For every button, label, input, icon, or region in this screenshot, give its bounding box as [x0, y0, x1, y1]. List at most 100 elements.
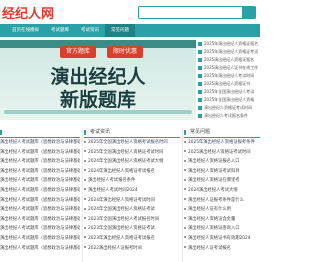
- bullet-icon: [184, 236, 186, 239]
- exam-news-column: 考试资讯 2025年全国演出经纪人资格考试报名时间 2025年全国演出经纪人资格…: [84, 128, 180, 253]
- list-item[interactable]: 演出经纪人考试题库（思想政治与法律基础）: [0, 138, 80, 148]
- banner-decoration: [4, 110, 192, 114]
- bullet-icon: [84, 226, 86, 229]
- site-logo[interactable]: 经纪人网: [2, 3, 54, 22]
- bullet-icon: [84, 207, 86, 210]
- list-item[interactable]: 2025演出经纪人资格证报名: [198, 56, 260, 64]
- list-item[interactable]: 演出经纪人资格证在哪里考: [184, 176, 260, 186]
- banner-subtitle: 新版题库: [59, 89, 136, 111]
- main-nav: 首页在线模拟 考试题库 考试资讯 常见问题: [0, 24, 260, 37]
- list-item[interactable]: 演出经纪人资格证报名入口: [184, 157, 260, 167]
- list-item[interactable]: 2025演出经纪人资格证考试时间: [184, 148, 260, 158]
- list-item[interactable]: 演出经纪人考试报名条件: [198, 112, 260, 120]
- list-item[interactable]: 2025年演出经纪人资格证考试: [198, 48, 260, 56]
- list-item[interactable]: 2025年演出经纪人资格证报考条件: [184, 138, 260, 148]
- bullet-icon: [184, 217, 186, 220]
- list-item[interactable]: 2023年全国演出经纪人资格证考试: [84, 224, 180, 234]
- list-item[interactable]: 2024演出经纪人考试大纲: [184, 186, 260, 196]
- promo-banner[interactable]: 官方题库 限时优惠 演出经纪人 新版题库: [0, 40, 196, 120]
- heading-bar: [84, 130, 86, 135]
- list-item[interactable]: 2025年演出经纪人考试时间: [198, 72, 260, 80]
- bullet-icon: [184, 169, 186, 172]
- list-item[interactable]: 演出经纪人资格证书有效期2024: [184, 234, 260, 244]
- list-item[interactable]: 2025演出经纪人证书在线工作: [198, 64, 260, 72]
- banner-tag-official: 官方题库: [60, 46, 97, 58]
- bullet-icon: [198, 74, 202, 78]
- list-item[interactable]: 2023年演出经纪人资格证考试报名: [84, 234, 180, 244]
- list-item[interactable]: 演出经纪人资格证查询入口: [184, 224, 260, 234]
- bullet-icon: [184, 246, 186, 249]
- bullet-icon: [84, 150, 86, 153]
- top-bar: 经纪人网: [0, 0, 260, 24]
- list-item[interactable]: 2025年演出经纪人资格证报名: [198, 40, 260, 48]
- column-heading: 考试资讯: [84, 128, 180, 138]
- column-heading: 常见问题: [184, 128, 260, 138]
- bullet-icon: [198, 82, 202, 86]
- banner-stripe: [0, 40, 196, 48]
- list-item[interactable]: 演出经纪人资格证含金量: [184, 215, 260, 225]
- list-item[interactable]: 演出经纪人考试题库（思想政治与法律基础）: [0, 157, 80, 167]
- column-divider: [82, 128, 83, 262]
- list-item[interactable]: 2023年全国演出经纪人考试报名时间: [84, 215, 180, 225]
- bullet-icon: [198, 58, 202, 62]
- list-item[interactable]: 演出经纪人证考试报名: [184, 244, 260, 254]
- list-item[interactable]: 演出经纪人考试题库（思想政治与法律基础）: [0, 205, 80, 215]
- question-bank-column: 演出经纪人考试题库（思想政治与法律基础） 演出经纪人考试题库（思想政治与法律基础…: [0, 128, 80, 253]
- column-heading: [0, 128, 80, 138]
- list-item[interactable]: 演出经纪人考试题库（思想政治与法律基础）: [0, 186, 80, 196]
- column-divider: [182, 128, 183, 262]
- search-button[interactable]: [242, 6, 256, 19]
- bullet-icon: [198, 50, 202, 54]
- list-item[interactable]: 2024年演出经纪人资格证考试报名: [84, 167, 180, 177]
- list-item[interactable]: 2025演出经纪人资格证书: [198, 80, 260, 88]
- list-item[interactable]: 演出经纪人考试时间2024: [84, 186, 180, 196]
- list-item[interactable]: 演出经纪人考试题库（思想政治与法律基础）: [0, 215, 80, 225]
- bullet-icon: [84, 188, 86, 191]
- banner-tag-discount: 限时优惠: [107, 46, 144, 58]
- bullet-icon: [184, 226, 186, 229]
- faq-column: 常见问题 2025年演出经纪人资格证报考条件 2025演出经纪人资格证考试时间 …: [184, 128, 260, 253]
- nav-item-question-bank[interactable]: 考试题库: [45, 24, 75, 37]
- list-item[interactable]: 演出经纪人证报考条件是什么: [184, 196, 260, 206]
- list-item[interactable]: 演出经纪人资格证考试科目: [184, 167, 260, 177]
- bullet-icon: [198, 90, 202, 94]
- bullet-icon: [184, 207, 186, 210]
- bullet-icon: [84, 236, 86, 239]
- list-item[interactable]: 演出经纪人考试题库（思想政治与法律基础）: [0, 176, 80, 186]
- bullet-icon: [198, 106, 202, 110]
- heading-bar: [184, 130, 186, 135]
- list-item[interactable]: 2025年全国演出经纪人资格: [198, 96, 260, 104]
- list-item[interactable]: 演出经纪人考试题库（思想政治与法律基础）: [0, 244, 80, 254]
- bullet-icon: [84, 246, 86, 249]
- list-item[interactable]: 2022演出经纪人证报考时间: [84, 244, 180, 254]
- bullet-icon: [184, 188, 186, 191]
- list-item[interactable]: 2024年全国演出经纪人资格证考试: [84, 205, 180, 215]
- list-item[interactable]: 2025年全国演出经纪人资格考试报名时间: [84, 138, 180, 148]
- bullet-icon: [84, 169, 86, 172]
- list-item[interactable]: 演出经纪人资格证考试时间: [198, 104, 260, 112]
- bullet-icon: [84, 159, 86, 162]
- list-item[interactable]: 2025年全国演出经纪人考试: [198, 88, 260, 96]
- bullet-icon: [198, 98, 202, 102]
- bullet-icon: [198, 42, 202, 46]
- bullet-icon: [198, 114, 202, 118]
- list-item[interactable]: 演出经纪人考试题库（思想政治与法律基础）: [0, 234, 80, 244]
- list-item[interactable]: 2024年演出经纪人资格证考试时间: [84, 196, 180, 206]
- list-item[interactable]: 演出经纪人证有什么用: [184, 205, 260, 215]
- nav-item-home[interactable]: 首页在线模拟: [6, 24, 45, 37]
- list-item[interactable]: 演出经纪人考试题库（思想政治与法律基础）: [0, 148, 80, 158]
- bullet-icon: [184, 198, 186, 201]
- nav-item-news[interactable]: 考试资讯: [75, 24, 105, 37]
- list-item[interactable]: 2024年全国演出经纪人资格证考试大纲: [84, 157, 180, 167]
- list-item[interactable]: 演出经纪人考试报名条件: [84, 176, 180, 186]
- list-item[interactable]: 2025年全国演出经纪人资格证考试时间: [84, 148, 180, 158]
- search-input[interactable]: [138, 6, 256, 19]
- bullet-icon: [184, 178, 186, 181]
- list-item[interactable]: 演出经纪人考试题库（思想政治与法律基础）: [0, 167, 80, 177]
- list-item[interactable]: 演出经纪人考试题库（思想政治与法律基础）: [0, 224, 80, 234]
- bullet-icon: [198, 66, 202, 70]
- list-item[interactable]: 演出经纪人考试题库（思想政治与法律基础）: [0, 196, 80, 206]
- bullet-icon: [84, 140, 86, 143]
- bullet-icon: [84, 198, 86, 201]
- nav-item-faq[interactable]: 常见问题: [105, 24, 135, 37]
